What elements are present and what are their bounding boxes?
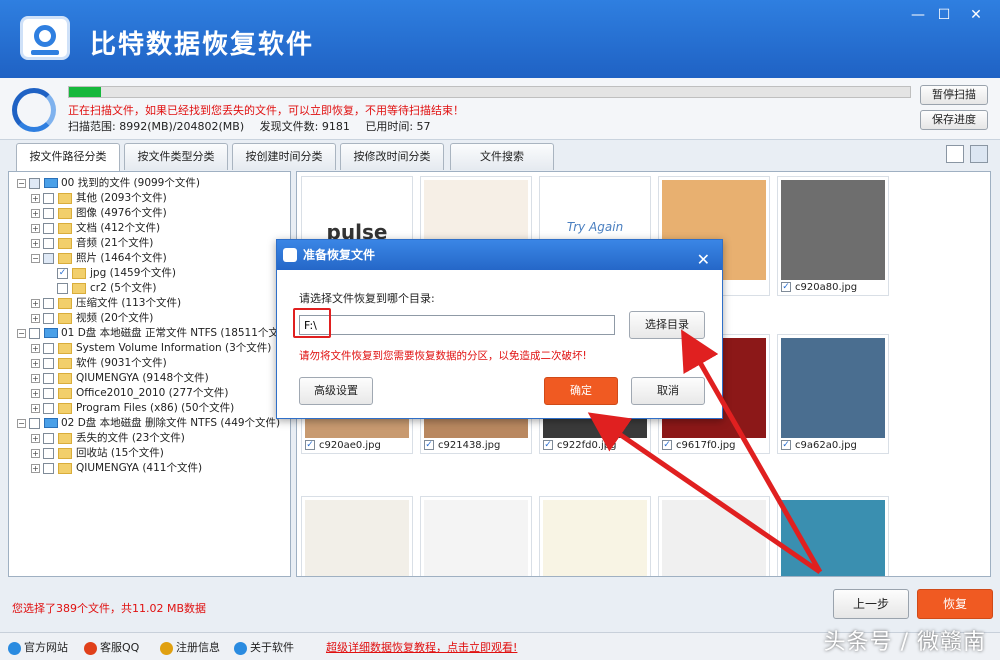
arrow-to-confirm bbox=[587, 412, 822, 575]
arrow-to-browse bbox=[681, 329, 823, 574]
annotation-arrows bbox=[587, 329, 823, 575]
